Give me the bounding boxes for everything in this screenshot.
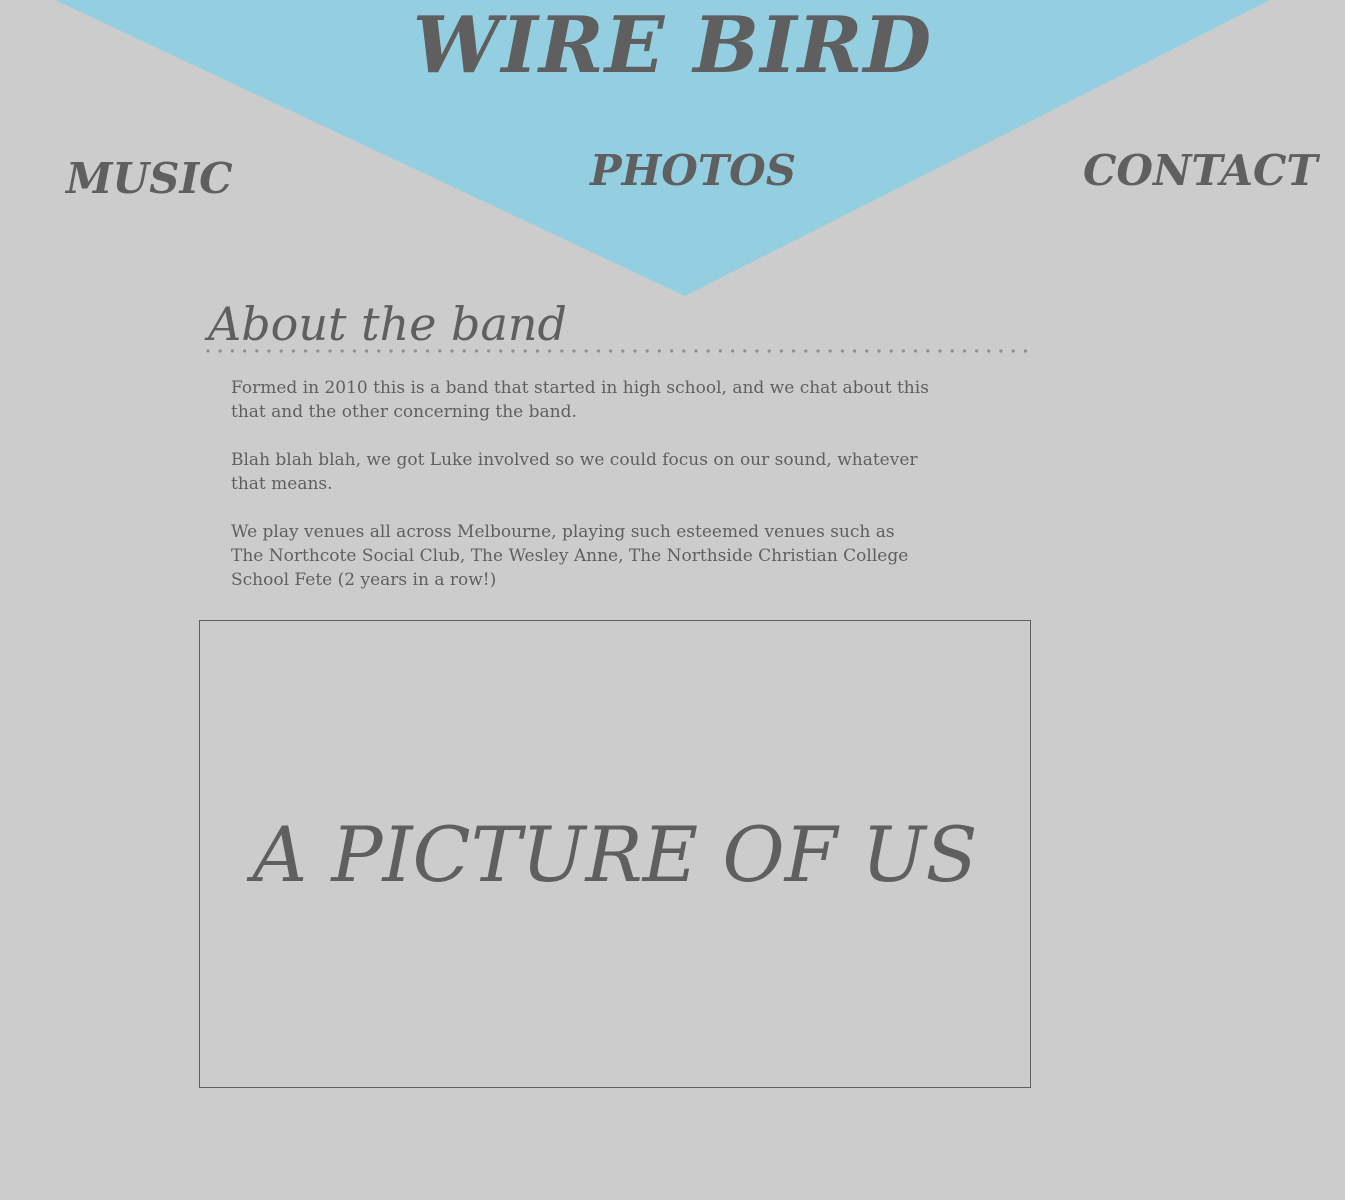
photo-placeholder-label: A PICTURE OF US bbox=[252, 810, 978, 899]
about-paragraph: We play venues all across Melbourne, pla… bbox=[231, 522, 909, 590]
site-title: WIRE BIRD bbox=[412, 0, 933, 91]
about-paragraph: Formed in 2010 this is a band that start… bbox=[231, 378, 929, 422]
about-text: Formed in 2010 this is a band that start… bbox=[231, 376, 931, 616]
band-photo-placeholder: A PICTURE OF US bbox=[199, 620, 1031, 1088]
nav-contact-link[interactable]: CONTACT bbox=[1083, 146, 1318, 196]
nav-music-link[interactable]: MUSIC bbox=[66, 154, 233, 204]
nav-photos-link[interactable]: PHOTOS bbox=[590, 146, 796, 196]
about-paragraph: Blah blah blah, we got Luke involved so … bbox=[231, 450, 918, 494]
about-heading: About the band bbox=[208, 297, 567, 351]
dotted-divider bbox=[206, 349, 1038, 353]
